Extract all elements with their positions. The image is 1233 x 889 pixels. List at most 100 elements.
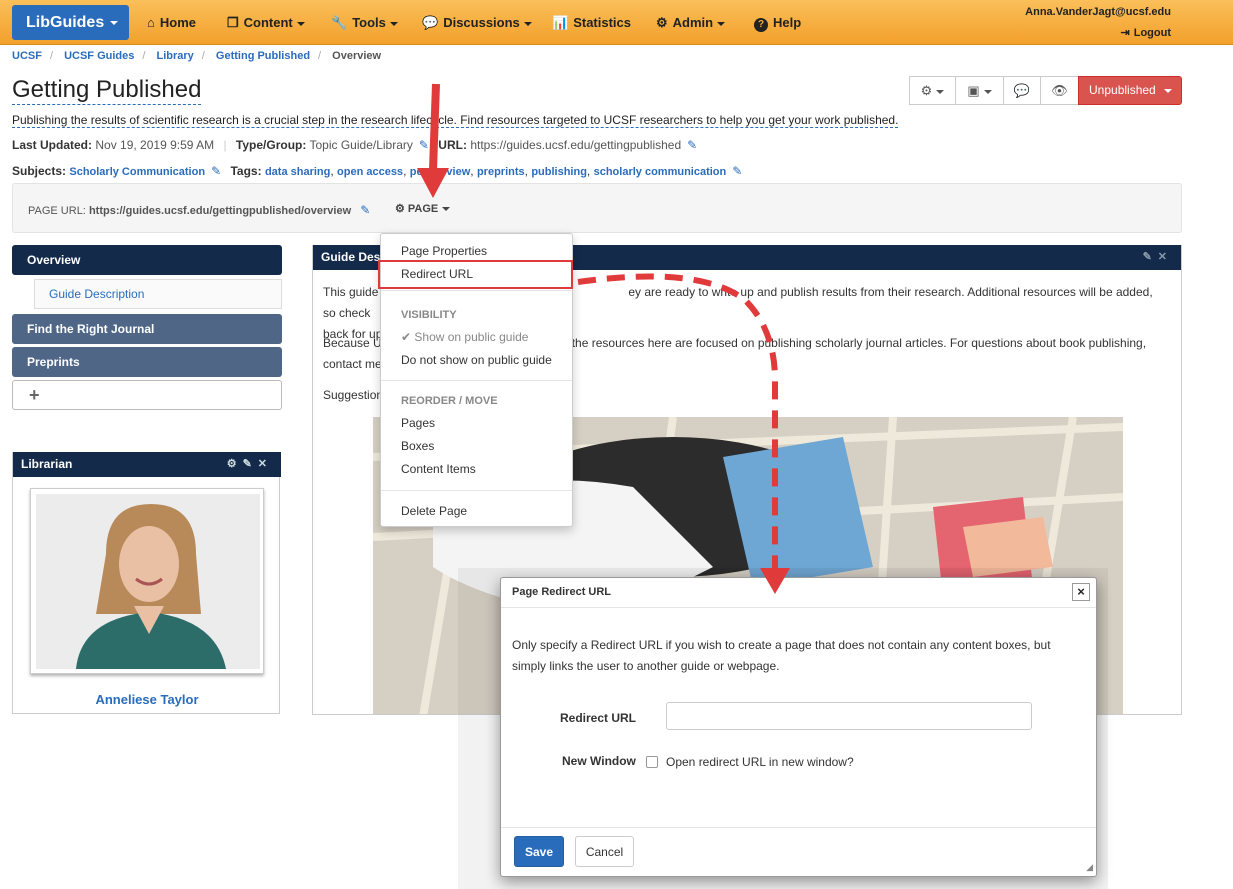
guide-description[interactable]: Publishing the results of scientific res… [12,113,899,128]
menu-item-page-properties[interactable]: Page Properties [401,244,487,258]
nav-tools-label: Tools [352,15,386,30]
page-url-label: PAGE URL: [28,205,86,217]
subjects-label: Subjects: [12,164,67,178]
menu-item-label: Show on public guide [414,330,529,344]
librarian-name[interactable]: Anneliese Taylor [13,692,281,707]
chevron-down-icon [110,20,119,25]
comment-icon: 💬 [1013,83,1031,98]
nav-home[interactable]: ⌂ Home [147,0,196,45]
menu-item-content-items[interactable]: Content Items [401,462,476,476]
menu-header-visibility: VISIBILITY [401,309,457,321]
top-navbar: LibGuides ⌂ Home ❐ Content 🔧 Tools 💬 Discuss… [0,0,1233,45]
tag-link[interactable]: peer review [410,166,471,178]
edit-pencil-icon[interactable]: ✎ [360,203,370,217]
nav-admin-label: Admin [672,15,714,30]
add-page-button[interactable]: + [12,380,282,410]
new-window-option-label: Open redirect URL in new window? [666,755,854,769]
menu-item-boxes[interactable]: Boxes [401,439,434,453]
cancel-button[interactable]: Cancel [575,836,634,867]
nav-admin[interactable]: ⚙ Admin [656,0,726,45]
resize-handle-icon[interactable]: ◢ [1086,862,1093,873]
save-button[interactable]: Save [514,836,564,867]
logout-label: Logout [1133,27,1171,39]
libguides-menu-button[interactable]: LibGuides [12,5,129,40]
subject-link[interactable]: Scholarly Communication [69,166,205,178]
text-fragment: Because U [323,336,382,350]
text-fragment: This guide [323,285,379,299]
tag-link[interactable]: scholarly communication [594,166,727,178]
close-icon[interactable]: × [1072,583,1090,601]
eye-icon: 👁 [1051,83,1068,98]
tag-link[interactable]: preprints [477,166,525,178]
redirect-url-modal: Page Redirect URL × Only specify a Redir… [500,577,1097,877]
edit-pencil-icon[interactable]: ✎ [687,138,697,152]
comments-button[interactable]: 💬 [1003,76,1041,105]
menu-item-delete-page[interactable]: Delete Page [401,504,467,518]
pencil-icon[interactable]: ✎ [1143,251,1158,263]
breadcrumb-ucsf[interactable]: UCSF [12,50,42,62]
chevron-down-icon [296,21,305,26]
nav-content-label: Content [243,15,293,30]
publish-status-button[interactable]: Unpublished [1078,76,1182,105]
nav-subpage-guide-description[interactable]: Guide Description [34,279,282,309]
pencil-icon[interactable]: ✎ [243,458,258,470]
move-icon[interactable]: ✕ [258,458,273,470]
bar-chart-icon: 📊 [552,15,569,30]
logout-link[interactable]: ⇥ Logout [1121,26,1171,39]
tag-link[interactable]: publishing [531,166,587,178]
librarian-photo-frame [30,488,264,674]
menu-item-show-public[interactable]: ✔ Show on public guide [401,330,528,344]
move-icon[interactable]: ✕ [1158,251,1173,263]
breadcrumb-ucsf-guides[interactable]: UCSF Guides [64,50,134,62]
page-title[interactable]: Getting Published [12,76,202,105]
tags-label: Tags: [230,164,262,178]
tag-link[interactable]: open access [337,166,403,178]
nav-tools[interactable]: 🔧 Tools [331,0,398,45]
box-tools[interactable]: ⚙✎✕ [227,452,273,477]
modal-header: Page Redirect URL × [501,578,1096,608]
nav-page-overview[interactable]: Overview [12,245,282,275]
breadcrumb: UCSF / UCSF Guides / Library / Getting Publ… [12,50,382,62]
page-menu-label: PAGE [407,203,439,215]
breadcrumb-library[interactable]: Library [157,50,194,62]
tag-link[interactable]: data sharing [265,166,330,178]
check-icon: ✔ [401,330,415,344]
gear-icon[interactable]: ⚙ [227,458,243,470]
box-tools[interactable]: ✎✕ [1143,245,1173,270]
edit-pencil-icon[interactable]: ✎ [732,164,742,178]
url-value: https://guides.ucsf.edu/gettingpublished [470,138,682,152]
menu-divider [381,490,572,491]
question-icon: ? [754,18,768,32]
guide-meta: Last Updated: Nov 19, 2019 9:59 AM | Typ… [12,138,698,152]
menu-item-pages[interactable]: Pages [401,416,435,430]
preview-button[interactable]: 👁 [1040,76,1079,105]
page-url-bar: PAGE URL: https://guides.ucsf.edu/gettin… [12,183,1182,233]
nav-content[interactable]: ❐ Content [227,0,305,45]
sitemap-icon: ⚙ [656,15,668,30]
edit-pencil-icon[interactable]: ✎ [419,138,429,152]
nav-page-find-journal[interactable]: Find the Right Journal [12,314,282,344]
nav-statistics[interactable]: 📊 Statistics [552,0,631,45]
nav-help[interactable]: ? Help [754,0,801,45]
user-email-link[interactable]: Anna.VanderJagt@ucsf.edu [1025,6,1171,18]
type-label: Type/Group: [235,138,307,152]
edit-pencil-icon[interactable]: ✎ [211,164,221,178]
last-updated-label: Last Updated: [12,138,93,152]
modal-instructions: Only specify a Redirect URL if you wish … [512,638,1051,673]
chevron-down-icon [442,207,451,212]
redirect-url-input[interactable] [666,702,1032,730]
new-window-label: New Window [562,754,636,768]
image-menu-button[interactable]: ▣ [955,76,1004,105]
page-menu-button[interactable]: ⚙ PAGE [395,202,451,215]
guide-settings-button[interactable]: ⚙ [909,76,956,105]
menu-item-hide-public[interactable]: Do not show on public guide [401,353,552,367]
redirect-url-label: Redirect URL [560,711,637,725]
nav-page-preprints[interactable]: Preprints [12,347,282,377]
nav-statistics-label: Statistics [573,15,631,30]
new-window-checkbox[interactable] [646,756,658,768]
gears-icon: ⚙ [395,203,405,215]
nav-discussions[interactable]: 💬 Discussions [422,0,532,45]
guide-subjects-tags: Subjects: Scholarly Communication ✎ Tags:… [12,164,743,178]
breadcrumb-getting-published[interactable]: Getting Published [216,50,310,62]
menu-divider [381,290,572,291]
